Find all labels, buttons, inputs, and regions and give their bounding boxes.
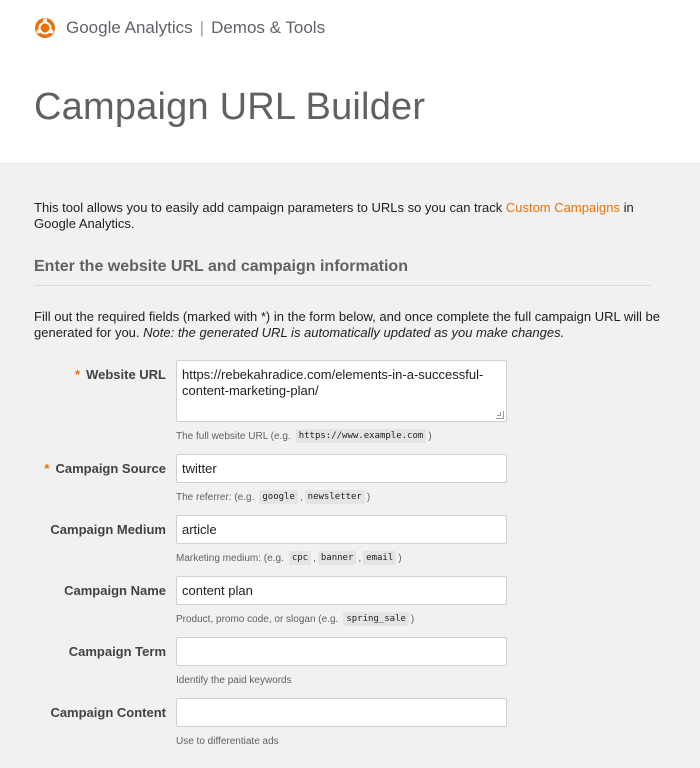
page-title: Campaign URL Builder	[34, 86, 426, 128]
required-marker: *	[44, 461, 50, 476]
resize-grip-icon[interactable]	[496, 411, 504, 419]
campaign-source-label-text: Campaign Source	[55, 461, 166, 476]
website-url-value: https://rebekahradice.com/elements-in-a-…	[182, 367, 484, 398]
instructions-text: Fill out the required fields (marked wit…	[34, 309, 666, 341]
instructions-note: Note: the generated URL is automatically…	[143, 325, 565, 340]
campaign-name-field: content plan Product, promo code, or slo…	[176, 576, 507, 627]
hint-text: )	[366, 491, 371, 503]
campaign-name-label: Campaign Name	[64, 583, 166, 598]
campaign-medium-value: article	[182, 522, 217, 537]
hint-code: google	[259, 490, 298, 504]
campaign-medium-row: Campaign Medium article Marketing medium…	[34, 515, 666, 566]
brand-name: Google Analytics	[66, 18, 193, 37]
campaign-medium-hint: Marketing medium: (e.g. cpc, banner, ema…	[176, 550, 507, 566]
hint-separator: ,	[313, 552, 316, 564]
website-url-label: * Website URL	[34, 360, 166, 444]
page-header: Google Analytics | Demos & Tools Campaig…	[0, 0, 700, 164]
hint-code: spring_sale	[343, 612, 409, 626]
campaign-term-row: Campaign Term Identify the paid keywords	[34, 637, 666, 688]
hint-code: newsletter	[304, 490, 365, 504]
website-url-hint: The full website URL (e.g. https://www.e…	[176, 428, 507, 444]
campaign-term-label: Campaign Term	[68, 644, 166, 659]
brand-section: Demos & Tools	[211, 18, 326, 37]
campaign-content-row: Campaign Content Use to differentiate ad…	[34, 698, 666, 749]
website-url-label-text: Website URL	[86, 367, 166, 382]
campaign-name-value: content plan	[182, 583, 253, 598]
campaign-source-value: twitter	[182, 461, 217, 476]
campaign-form: * Website URL https://rebekahradice.com/e…	[34, 360, 666, 749]
campaign-name-hint: Product, promo code, or slogan (e.g. spr…	[176, 611, 507, 627]
brand-separator: |	[199, 18, 205, 37]
hint-code: banner	[317, 551, 357, 565]
section-title: Enter the website URL and campaign infor…	[34, 258, 651, 286]
intro-text: This tool allows you to easily add campa…	[34, 200, 666, 232]
brand[interactable]: Google Analytics | Demos & Tools	[34, 17, 325, 39]
campaign-content-label: Campaign Content	[50, 705, 166, 720]
hint-text: )	[428, 430, 432, 442]
campaign-term-field: Identify the paid keywords	[176, 637, 507, 688]
hint-code: cpc	[288, 551, 312, 565]
intro-text-start: This tool allows you to easily add campa…	[34, 200, 506, 215]
custom-campaigns-link[interactable]: Custom Campaigns	[506, 200, 620, 215]
campaign-source-input[interactable]: twitter	[176, 454, 507, 483]
campaign-source-label: * Campaign Source	[34, 454, 166, 505]
hint-separator: ,	[299, 491, 303, 503]
campaign-medium-input[interactable]: article	[176, 515, 507, 544]
hint-text: The referrer: (e.g.	[176, 491, 255, 503]
website-url-row: * Website URL https://rebekahradice.com/e…	[34, 360, 666, 444]
hint-code: email	[363, 551, 397, 565]
campaign-term-hint: Identify the paid keywords	[176, 674, 292, 686]
campaign-term-input[interactable]	[176, 637, 507, 666]
website-url-field: https://rebekahradice.com/elements-in-a-…	[176, 360, 507, 444]
campaign-name-row: Campaign Name content plan Product, prom…	[34, 576, 666, 627]
required-marker: *	[75, 367, 81, 382]
hint-code: https://www.example.com	[295, 429, 427, 443]
main-content: This tool allows you to easily add campa…	[0, 164, 700, 749]
campaign-medium-field: article Marketing medium: (e.g. cpc, ban…	[176, 515, 507, 566]
campaign-source-row: * Campaign Source twitter The referrer: (…	[34, 454, 666, 505]
google-analytics-logo-icon	[35, 18, 55, 38]
campaign-medium-label: Campaign Medium	[50, 522, 166, 537]
campaign-content-field: Use to differentiate ads	[176, 698, 507, 749]
website-url-input[interactable]: https://rebekahradice.com/elements-in-a-…	[176, 360, 507, 422]
hint-text: Marketing medium: (e.g.	[176, 552, 284, 564]
hint-text: The full website URL (e.g.	[176, 430, 291, 442]
campaign-name-input[interactable]: content plan	[176, 576, 507, 605]
hint-text: Product, promo code, or slogan (e.g.	[176, 613, 339, 625]
campaign-source-hint: The referrer: (e.g. google, newsletter )	[176, 489, 507, 505]
campaign-source-field: twitter The referrer: (e.g. google, news…	[176, 454, 507, 505]
hint-separator: ,	[358, 552, 362, 564]
hint-text: )	[410, 613, 415, 625]
campaign-content-input[interactable]	[176, 698, 507, 727]
campaign-content-hint: Use to differentiate ads	[176, 735, 279, 747]
hint-text: )	[398, 552, 402, 564]
